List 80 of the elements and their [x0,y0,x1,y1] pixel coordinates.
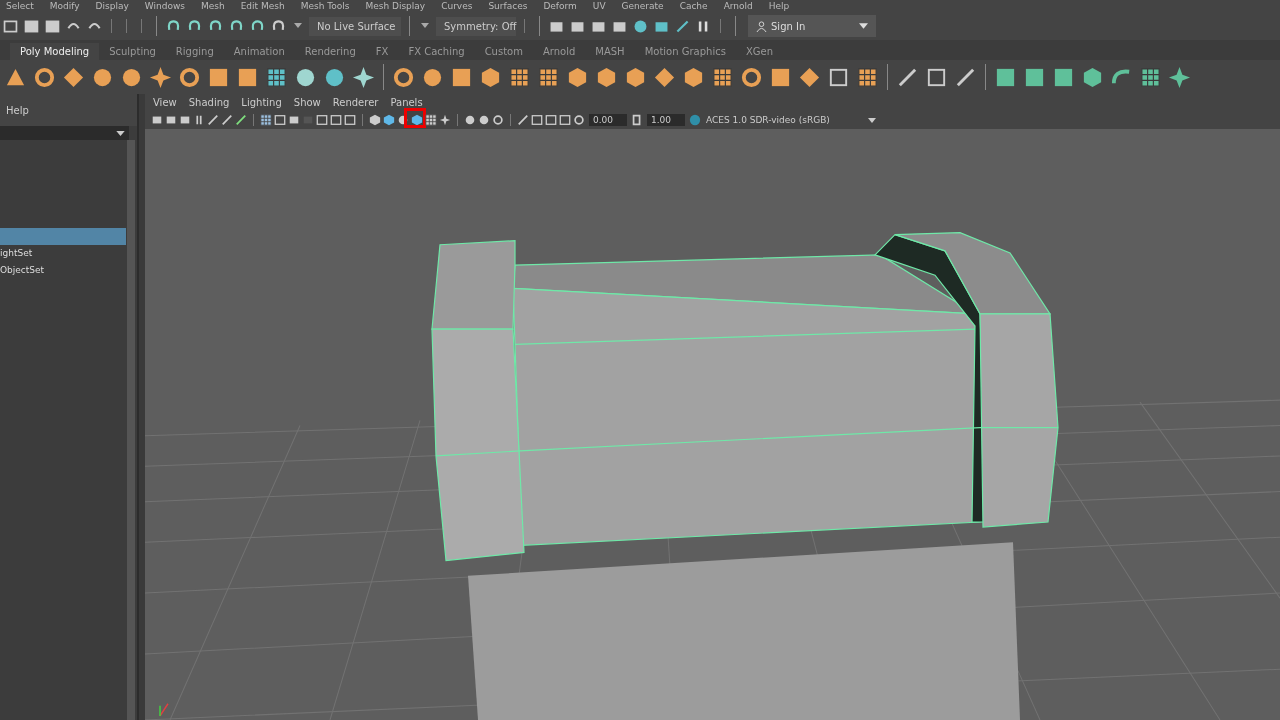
outliner-row[interactable]: ightSet [0,245,126,262]
shelf-tab[interactable]: Arnold [532,43,586,60]
gamma-field[interactable]: 1.00 [647,114,685,126]
cube-icon[interactable] [411,114,423,126]
sphere-icon[interactable] [464,114,476,126]
shelf-tab[interactable]: Rendering [294,43,366,60]
shelf-tab[interactable]: FX Caching [398,43,475,60]
shelf-tab[interactable]: Animation [223,43,295,60]
diamond-icon[interactable] [62,65,85,89]
star-icon[interactable] [149,65,172,89]
shelf-tab[interactable]: XGen [735,43,783,60]
menu-item[interactable]: Modify [49,1,80,11]
cube-icon[interactable] [624,65,647,89]
window-icon[interactable] [559,114,571,126]
shelf-tab[interactable]: Motion Graphics [634,43,736,60]
shelf-tab[interactable]: MASH [585,43,635,60]
outliner-row[interactable]: ObjectSet [0,262,126,279]
cube-icon[interactable] [595,65,618,89]
menu-item[interactable]: Lighting [241,97,282,108]
menu-item[interactable]: Show [293,97,321,108]
frame-icon[interactable] [330,114,342,126]
menu-item[interactable]: View [153,97,177,108]
torus-icon[interactable] [33,65,56,89]
color-space-dropdown[interactable]: ACES 1.0 SDR-video (sRGB) [706,115,876,125]
caret-icon[interactable] [421,23,429,29]
cube-icon[interactable] [383,114,395,126]
caret-icon [868,117,876,123]
menu-item[interactable]: Curves [441,1,473,11]
shelf-tab[interactable]: Sculpting [99,43,166,60]
cube-icon[interactable] [566,65,589,89]
ring-icon[interactable] [392,65,415,89]
panel-icon[interactable] [265,65,288,89]
frame-icon[interactable] [344,114,356,126]
caret-icon [116,130,125,136]
menu-item[interactable]: Renderer [332,97,379,108]
shelf-tab[interactable]: Poly Modeling [10,43,100,60]
menu-item[interactable]: Mesh Tools [300,1,350,11]
live-surface-field[interactable]: No Live Surface [309,16,401,36]
window-icon[interactable] [531,114,543,126]
caret-icon [859,23,868,29]
frame-icon[interactable] [316,114,328,126]
menu-item[interactable]: Surfaces [488,1,528,11]
shelf-tab[interactable]: Rigging [165,43,224,60]
user-icon [756,20,767,32]
menu-item[interactable]: Help [6,104,29,116]
caret-icon[interactable] [294,23,302,29]
cube-icon[interactable] [369,114,381,126]
axis-icon [159,703,169,717]
grid-icon[interactable] [260,114,272,126]
menu-item[interactable]: UV [592,1,606,11]
cube-icon[interactable] [479,65,502,89]
menu-item[interactable]: Display [95,1,129,11]
scrollbar[interactable] [127,140,135,720]
menu-item[interactable]: Help [768,1,790,11]
menu-item[interactable]: Select [6,1,34,11]
window-icon[interactable] [545,114,557,126]
menu-item[interactable]: Windows [144,1,185,11]
menu-item[interactable]: Arnold [723,1,753,11]
checker-icon[interactable] [425,114,437,126]
menu-item[interactable]: Cache [679,1,708,11]
sign-in-button[interactable]: Sign In [748,15,876,37]
cube-icon[interactable] [1081,65,1104,89]
menu-item[interactable]: Mesh [200,1,225,11]
menu-item[interactable]: Shading [188,97,230,108]
shelf-tab[interactable]: Custom [474,43,533,60]
ring-icon[interactable] [492,114,504,126]
grid-icon[interactable] [856,65,879,89]
menu-item[interactable]: Deform [543,1,577,11]
exposure-field[interactable]: 0.00 [589,114,627,126]
cube-icon[interactable] [682,65,705,89]
menu-item[interactable]: Generate [621,1,664,11]
menu-item[interactable]: Edit Mesh [240,1,285,11]
grid-icon[interactable] [537,65,560,89]
menu-item[interactable]: Mesh Display [365,1,426,11]
symmetry-field[interactable]: Symmetry: Off [436,16,516,36]
grid-icon[interactable] [508,65,531,89]
sphere-icon[interactable] [478,114,490,126]
checker-icon[interactable] [1139,65,1162,89]
menu-item[interactable]: Panels [390,97,423,108]
shelf-tab[interactable]: FX [365,43,399,60]
